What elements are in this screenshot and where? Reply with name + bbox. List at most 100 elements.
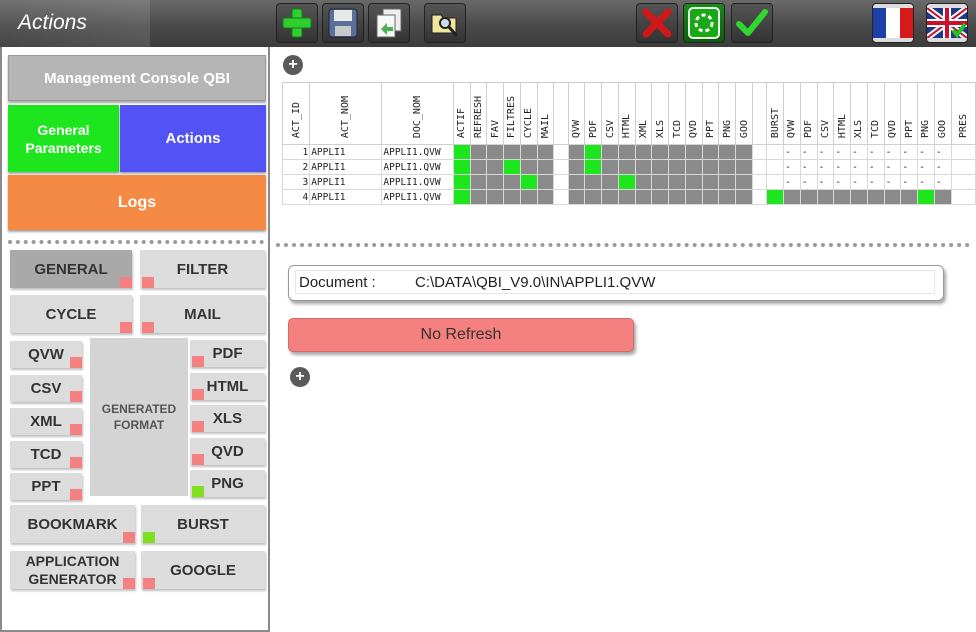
flag-cell-empty[interactable]: - — [850, 174, 868, 190]
flag-cell-off[interactable] — [486, 189, 505, 205]
column-header[interactable]: TCD — [866, 82, 885, 145]
flag-cell-on[interactable] — [519, 174, 538, 190]
flag-cell-off[interactable] — [486, 144, 505, 160]
flag-cell-off[interactable] — [567, 144, 586, 160]
flag-cell-on[interactable] — [584, 159, 603, 175]
flag-cell-on[interactable] — [452, 189, 471, 205]
column-header[interactable]: QVW — [783, 82, 801, 145]
format-pdf-button[interactable]: PDF — [190, 340, 265, 367]
flag-cell-on[interactable] — [917, 189, 935, 205]
column-header[interactable]: TCD — [668, 82, 686, 145]
column-header[interactable]: DOC_NOM — [381, 82, 454, 145]
flag-cell-off[interactable] — [584, 174, 603, 190]
flag-cell-off[interactable] — [469, 174, 488, 190]
filter-mail-button[interactable]: MAIL — [140, 295, 265, 333]
flag-cell-empty[interactable]: - — [850, 159, 868, 175]
table-row[interactable]: 4 APPLI1 APPLI1.QVW — [281, 189, 976, 205]
table-row[interactable]: 1 APPLI1 APPLI1.QVW - - - - - - - - - - — [281, 144, 976, 160]
refresh-status-button[interactable]: No Refresh — [288, 318, 634, 352]
column-header[interactable]: REFRESH — [469, 82, 488, 145]
format-ppt-button[interactable]: PPT — [10, 473, 82, 500]
flag-cell-off[interactable] — [684, 144, 703, 160]
flag-cell-off[interactable] — [519, 159, 538, 175]
flag-cell-off[interactable] — [900, 189, 919, 205]
table-row[interactable]: 2 APPLI1 APPLI1.QVW - - - - - - - - - - — [281, 159, 976, 175]
flag-cell-off[interactable] — [536, 144, 555, 160]
delete-button[interactable] — [636, 3, 678, 43]
flag-cell-off[interactable] — [601, 144, 619, 160]
flag-cell-off[interactable] — [883, 189, 902, 205]
general-parameters-button[interactable]: General Parameters — [8, 105, 119, 172]
format-xls-button[interactable]: XLS — [190, 405, 265, 432]
flag-cell-on[interactable] — [584, 144, 603, 160]
flag-cell-empty[interactable]: - — [933, 159, 952, 175]
flag-cell-empty[interactable]: - — [799, 159, 818, 175]
column-header[interactable]: PPT — [900, 82, 919, 145]
column-header[interactable]: ACT_ID — [281, 82, 311, 145]
format-png-button[interactable]: PNG — [190, 470, 265, 497]
flag-cell-empty[interactable]: - — [833, 144, 852, 160]
flag-cell-off[interactable] — [567, 174, 586, 190]
column-header[interactable]: CYCLE — [519, 82, 538, 145]
flag-cell-off[interactable] — [601, 159, 619, 175]
format-html-button[interactable]: HTML — [190, 373, 265, 400]
document-path[interactable]: C:\DATA\QBI_V9.0\IN\APPLI1.QVW — [415, 274, 655, 291]
format-qvd-button[interactable]: QVD — [190, 438, 265, 465]
column-header[interactable]: MAIL — [536, 82, 555, 145]
flag-cell-off[interactable] — [486, 159, 505, 175]
table-row[interactable]: 3 APPLI1 APPLI1.QVW - - - - - - - - - - — [281, 174, 976, 190]
column-header[interactable]: PRES — [950, 82, 976, 145]
filter-general-button[interactable]: GENERAL — [10, 250, 132, 288]
flag-cell-off[interactable] — [634, 159, 653, 175]
validate-button[interactable] — [731, 3, 773, 43]
flag-cell-off[interactable] — [503, 174, 521, 190]
flag-cell-off[interactable] — [684, 159, 703, 175]
flag-cell-off[interactable] — [634, 144, 653, 160]
column-header[interactable]: FILTRES — [503, 82, 521, 145]
flag-cell-on[interactable] — [503, 159, 521, 175]
column-header[interactable]: BURST — [766, 82, 785, 145]
add-row-icon[interactable]: + — [283, 55, 303, 75]
flag-cell-off[interactable] — [833, 189, 852, 205]
flag-cell-empty[interactable]: - — [883, 144, 902, 160]
bookmark-button[interactable]: BOOKMARK — [10, 505, 135, 543]
flag-cell-off[interactable] — [536, 189, 555, 205]
flag-cell-empty[interactable]: - — [933, 144, 952, 160]
flag-cell-off[interactable] — [503, 189, 521, 205]
flag-cell-empty[interactable]: - — [816, 159, 835, 175]
flag-cell-empty[interactable]: - — [816, 174, 835, 190]
flag-cell-empty[interactable]: - — [850, 144, 868, 160]
flag-cell-off[interactable] — [668, 159, 686, 175]
management-console-button[interactable]: Management Console QBI — [8, 55, 266, 101]
column-header[interactable]: PNG — [718, 82, 737, 145]
flag-cell-off[interactable] — [735, 159, 753, 175]
add-button[interactable] — [276, 3, 318, 43]
column-header[interactable] — [751, 82, 768, 145]
flag-cell-empty[interactable]: - — [917, 174, 935, 190]
filter-filter-button[interactable]: FILTER — [140, 250, 265, 288]
column-header[interactable]: CSV — [816, 82, 835, 145]
flag-cell-empty[interactable]: - — [866, 159, 885, 175]
flag-cell-empty[interactable]: - — [883, 174, 902, 190]
format-qvw-button[interactable]: QVW — [10, 341, 82, 368]
flag-cell-off[interactable] — [651, 189, 670, 205]
flag-cell-off[interactable] — [584, 189, 603, 205]
column-header[interactable]: QVW — [567, 82, 586, 145]
flag-cell-off[interactable] — [718, 174, 737, 190]
flag-cell-off[interactable] — [519, 144, 538, 160]
flag-cell-empty[interactable]: - — [917, 159, 935, 175]
flag-cell-off[interactable] — [651, 174, 670, 190]
flag-cell-off[interactable] — [486, 174, 505, 190]
flag-cell-empty[interactable]: - — [799, 144, 818, 160]
flag-cell-off[interactable] — [735, 189, 753, 205]
google-button[interactable]: GOOGLE — [141, 551, 265, 589]
column-header[interactable]: HTML — [833, 82, 852, 145]
flag-cell-empty[interactable]: - — [833, 159, 852, 175]
flag-cell-off[interactable] — [651, 144, 670, 160]
flag-cell-off[interactable] — [617, 189, 636, 205]
flag-cell-off[interactable] — [651, 159, 670, 175]
flag-cell-empty[interactable]: - — [799, 174, 818, 190]
flag-cell-off[interactable] — [634, 189, 653, 205]
flag-cell-empty[interactable]: - — [866, 174, 885, 190]
flag-cell-off[interactable] — [799, 189, 818, 205]
